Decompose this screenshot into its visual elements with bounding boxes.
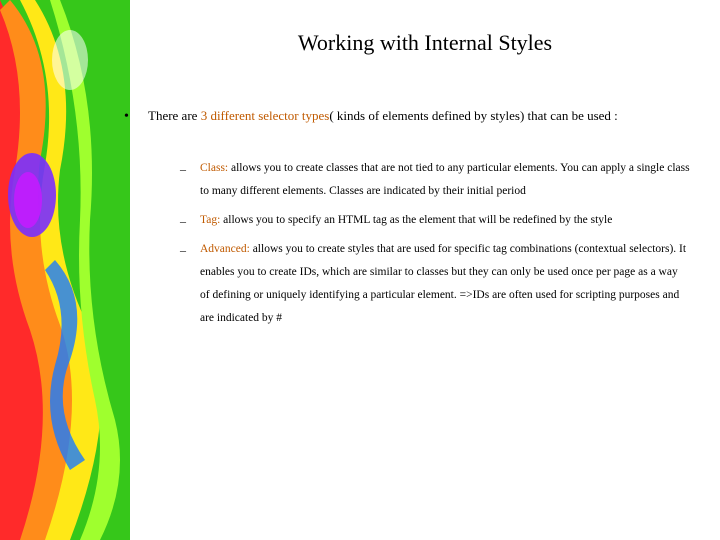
- selector-label: Tag:: [200, 214, 220, 226]
- selector-label: Class:: [200, 162, 228, 174]
- selector-label: Advanced:: [200, 243, 250, 255]
- intro-bullet: There are 3 different selector types( ki…: [120, 104, 690, 330]
- selector-type-list: Class: allows you to create classes that…: [176, 157, 690, 330]
- intro-highlight: 3 different selector types: [201, 108, 330, 123]
- intro-prefix: There are: [148, 108, 201, 123]
- main-bullet-list: There are 3 different selector types( ki…: [120, 104, 690, 330]
- selector-item-tag: Tag: allows you to specify an HTML tag a…: [176, 209, 690, 232]
- selector-item-class: Class: allows you to create classes that…: [176, 157, 690, 203]
- selector-body: allows you to create classes that are no…: [200, 162, 690, 197]
- selector-item-advanced: Advanced: allows you to create styles th…: [176, 238, 690, 330]
- selector-body: allows you to specify an HTML tag as the…: [220, 214, 612, 226]
- intro-suffix: ( kinds of elements defined by styles) t…: [329, 108, 617, 123]
- slide-title: Working with Internal Styles: [160, 30, 690, 56]
- selector-body: allows you to create styles that are use…: [200, 243, 686, 324]
- slide-content: Working with Internal Styles There are 3…: [0, 0, 720, 330]
